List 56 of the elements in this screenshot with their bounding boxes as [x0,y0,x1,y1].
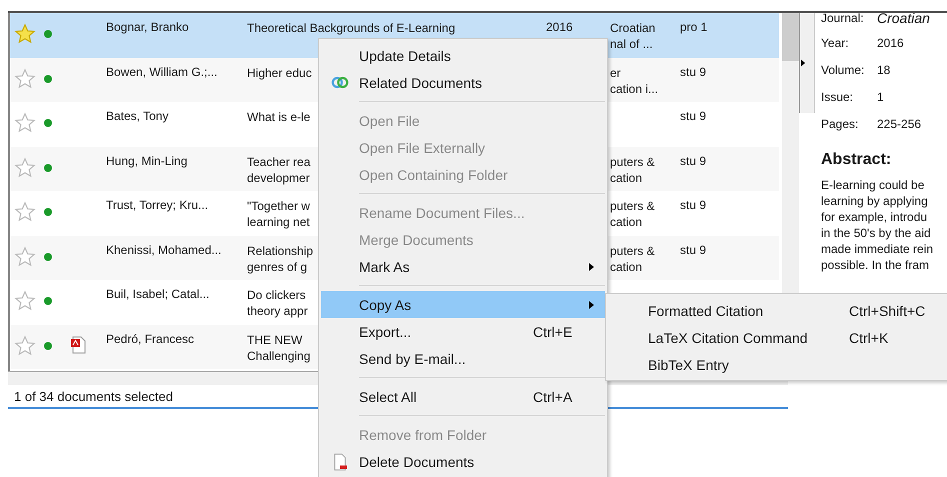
title-text: Challenging [247,348,310,362]
publication-text: er [610,66,621,80]
title-text: Do clickers [247,288,306,302]
title-text: genres of g [247,260,308,274]
abstract-text: possible. In the fram [821,257,930,273]
author-cell-text: Pedró, Francesc [106,332,196,348]
title-text: developmer [247,170,310,184]
field-label: Journal: [821,13,865,25]
tags-cell: pro 1 [680,20,708,34]
field-value: 18 [877,62,890,76]
abstract-text: in the 50's by the aid [821,225,932,241]
title-text: Higher educ [247,66,312,80]
title-text: Teacher rea [247,154,310,168]
abstract-text: learning by applying [821,193,929,209]
author-cell-text: Trust, Torrey; Kru... [106,198,210,214]
tags-cell: stu 9 [680,242,706,256]
publication-text: cation [610,215,642,229]
publication-text: cation [610,170,642,184]
title-text: What is e-le [247,110,310,124]
publication-text: Croatian [610,21,656,35]
field-label: Year: [821,36,850,50]
field-value: 1 [877,90,884,104]
field-value: 225-256 [877,116,922,130]
year-cell: 2016 [546,20,573,34]
field-label: Issue: [821,90,854,104]
title-text: theory appr [247,304,308,318]
journal-value: Croatian [877,13,930,26]
author-cell-text: Bates, Tony [106,109,170,125]
tags-cell: stu 9 [680,64,706,78]
tags-cell: stu 9 [680,154,706,168]
title-text: Relationship [247,244,314,258]
publication-text: puters & [610,199,655,213]
author-cell-text: Bowen, William G.;... [106,64,218,80]
field-value: 2016 [877,36,904,50]
abstract-heading: Abstract: [821,151,892,169]
tags-cell: stu 9 [680,109,706,123]
publication-text: puters & [610,244,655,258]
publication-text: nal of ... [610,37,653,51]
publication-text: puters & [610,154,655,168]
status-text: 1 of 34 documents selected [14,388,173,404]
title-text: learning net [247,215,310,229]
author-cell-text: Bognar, Branko [106,20,190,36]
author-cell-text: Hung, Min-Ling [106,154,188,170]
author-cell-text: Buil, Isabel; Catal... [106,287,210,303]
publication-text: cation [610,260,642,274]
abstract-text: E-learning could be [821,177,926,193]
title-text: "Together w [247,199,310,213]
abstract-text: made immediate rein [821,241,934,257]
field-label: Volume: [821,62,866,76]
author-cell-text: Khenissi, Mohamed... [106,242,222,258]
abstract-text: for example, introdu [821,209,928,225]
title-text: Theoretical Backgrounds of E-Learning [247,21,456,35]
field-label: Pages: [821,116,860,130]
tags-cell: stu 9 [680,198,706,212]
publication-text: cation i... [610,82,658,96]
title-text: THE NEW [247,332,302,346]
